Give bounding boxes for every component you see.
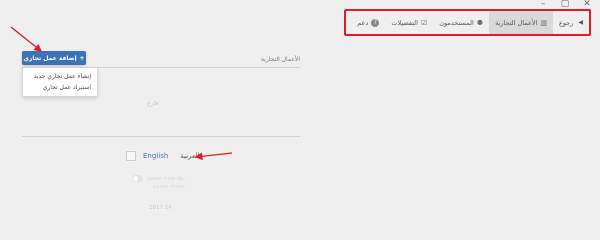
back-button[interactable]: ◀ رجوع xyxy=(553,11,589,34)
version-label: 2017.14 xyxy=(149,205,172,211)
footer-toggle[interactable] xyxy=(132,175,143,182)
nav-item-label: المستخدمون xyxy=(439,18,474,27)
minimize-icon[interactable]: – xyxy=(538,0,548,9)
language-selector: English العربية xyxy=(126,150,199,162)
divider xyxy=(22,67,300,68)
users-icon: ⚉ xyxy=(476,18,484,27)
language-english[interactable]: English xyxy=(143,152,168,160)
nav-item-support[interactable]: ? دعم xyxy=(351,11,385,34)
plus-icon: + xyxy=(79,54,85,62)
footer-toggle-row: Learn how to... xyxy=(132,175,188,182)
divider xyxy=(22,136,300,137)
add-business-button[interactable]: إضافة عمل تجاري + xyxy=(22,51,86,65)
menu-item-import-business[interactable]: استيراد عمل تجاري xyxy=(29,82,91,93)
language-checkbox[interactable] xyxy=(126,151,136,161)
nav-item-users[interactable]: ⚉ المستخدمون xyxy=(433,11,489,34)
language-arabic[interactable]: العربية xyxy=(180,152,199,160)
nav-item-label: التفضيلات xyxy=(391,18,418,27)
empty-state-text: فارغ xyxy=(147,100,159,107)
top-navigation: ◀ رجوع ▥ الأعمال التجارية ⚉ المستخدمون ☑… xyxy=(344,9,591,36)
footer-subtext: Learn more... xyxy=(153,184,190,190)
back-arrow-icon: ◀ xyxy=(578,19,583,26)
footer-toggle-text: Learn how to... xyxy=(147,175,188,182)
add-business-label: إضافة عمل تجاري xyxy=(23,54,77,62)
add-business-menu: إنشاء عمل تجاري جديد استيراد عمل تجاري xyxy=(22,67,98,97)
maximize-icon[interactable]: ▢ xyxy=(560,0,570,9)
nav-item-businesses[interactable]: ▥ الأعمال التجارية xyxy=(489,11,553,34)
annotation-arrow-to-add-button xyxy=(10,26,43,52)
window-controls: – ▢ ✕ xyxy=(538,0,592,9)
menu-item-create-business[interactable]: إنشاء عمل تجاري جديد xyxy=(29,71,91,82)
nav-item-label: دعم xyxy=(357,18,369,27)
section-title: الأعمال التجارية xyxy=(260,56,300,63)
back-label: رجوع xyxy=(558,18,574,27)
preferences-icon: ☑ xyxy=(420,18,428,27)
annotation-arrow-to-language xyxy=(194,152,233,161)
help-icon: ? xyxy=(371,18,380,27)
nav-item-label: الأعمال التجارية xyxy=(495,18,538,27)
building-icon: ▥ xyxy=(540,18,547,27)
close-icon[interactable]: ✕ xyxy=(582,0,592,9)
nav-item-preferences[interactable]: ☑ التفضيلات xyxy=(385,11,433,34)
